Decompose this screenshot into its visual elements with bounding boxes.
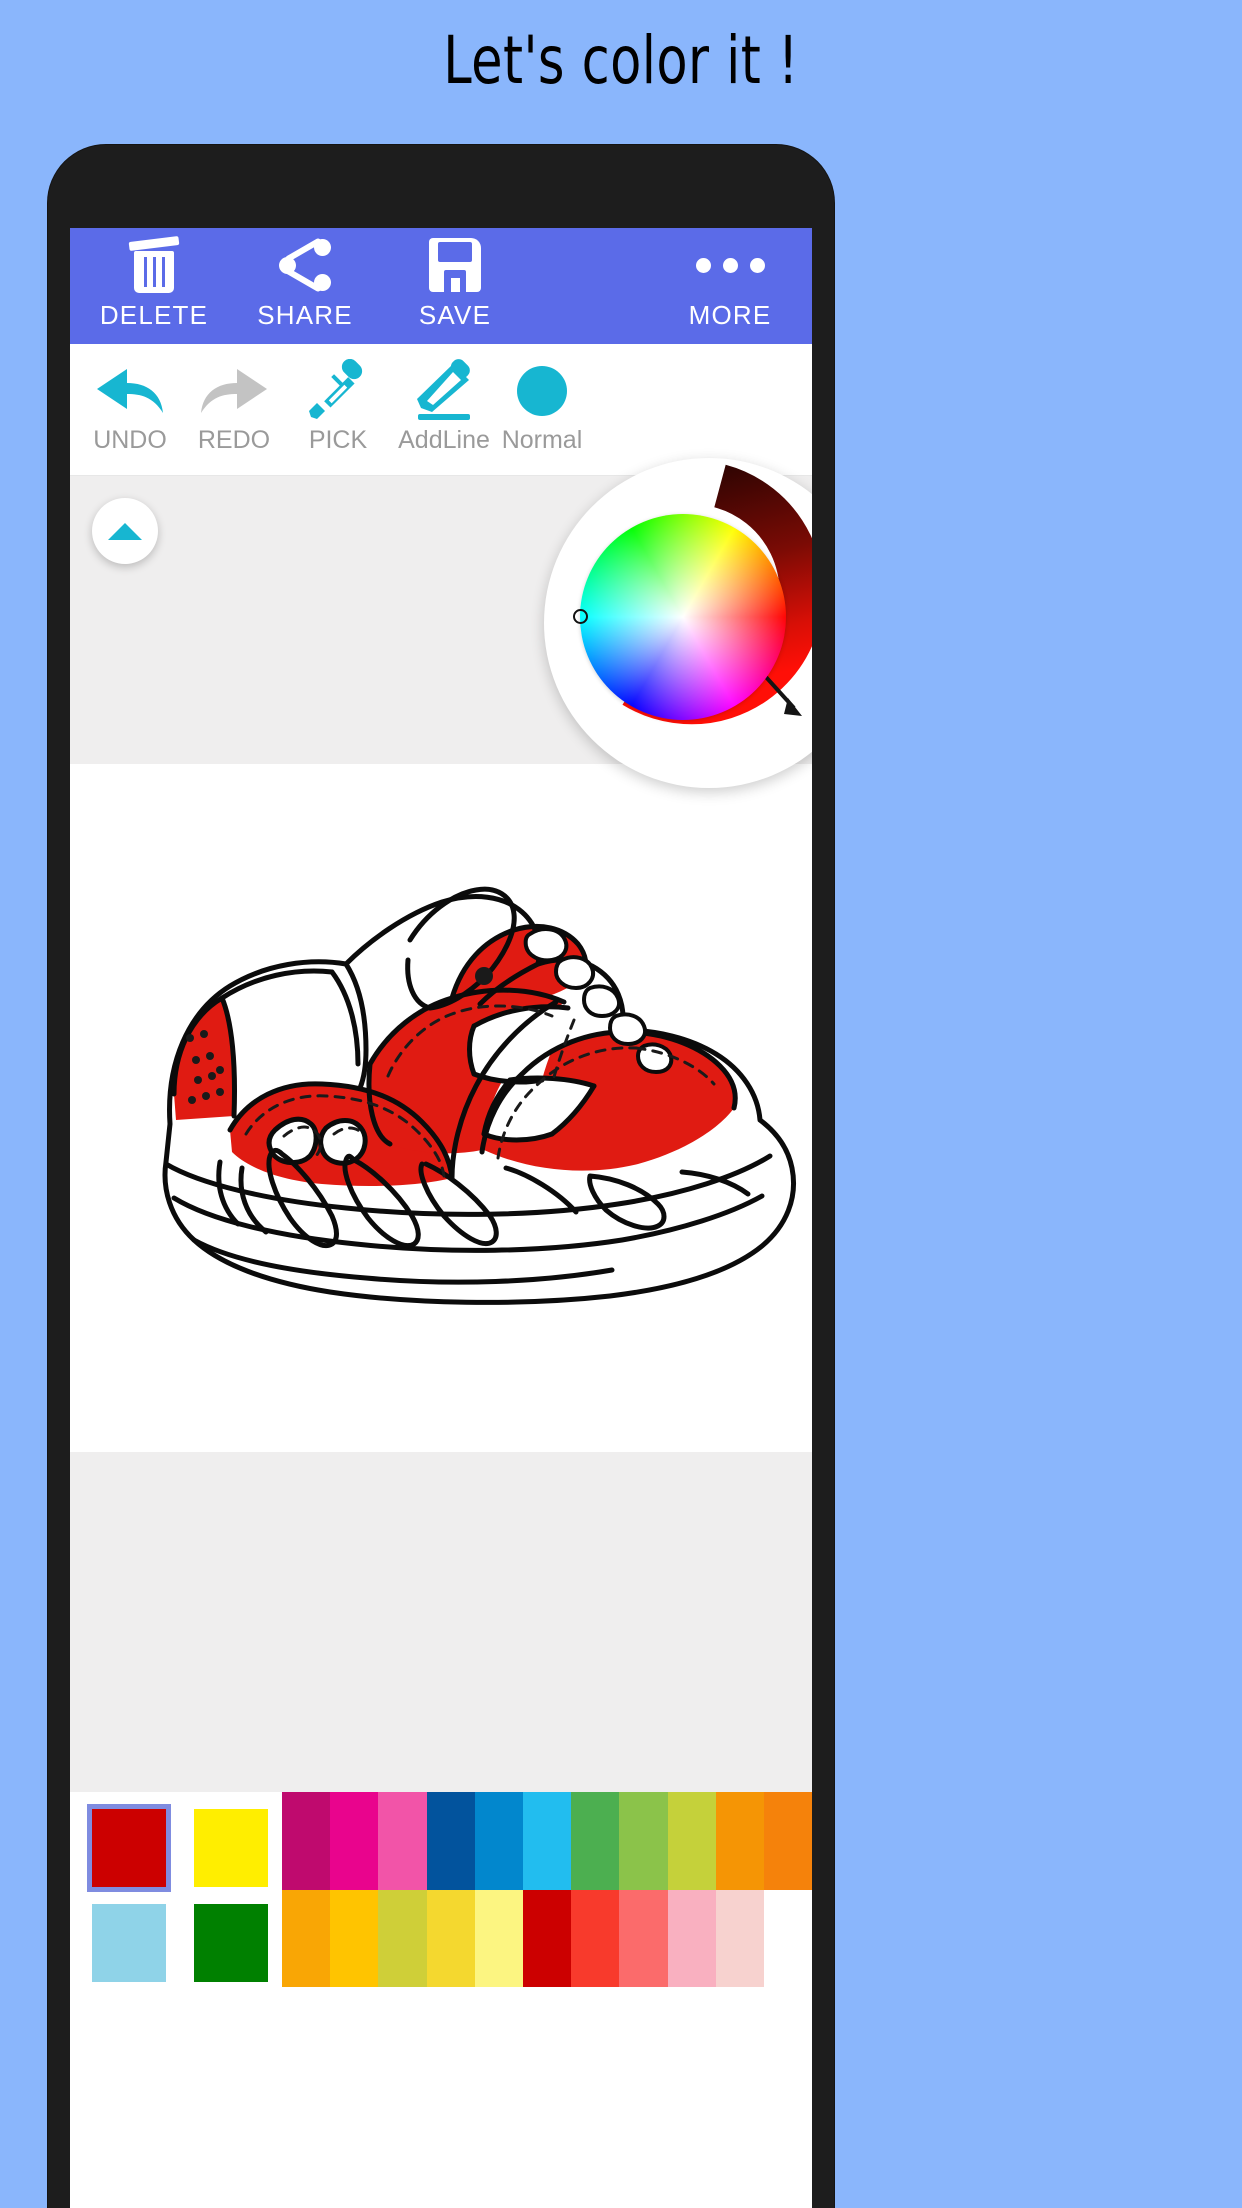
color-swatch[interactable]: [426, 1889, 475, 1987]
recent-color-cell: [180, 1800, 282, 1895]
color-grid: [282, 1792, 812, 1987]
hue-selector-handle[interactable]: [573, 609, 588, 624]
recent-color-swatch[interactable]: [194, 1808, 268, 1887]
recent-color-swatch[interactable]: [92, 1903, 166, 1982]
brush-blob-icon: [517, 354, 567, 428]
chevron-up-icon: [108, 522, 142, 540]
color-swatch[interactable]: [330, 1889, 379, 1987]
color-swatch[interactable]: [571, 1792, 620, 1890]
more-button[interactable]: MORE: [670, 234, 790, 331]
recent-color-cell: [180, 1895, 282, 1990]
color-grid-row: [282, 1792, 812, 1890]
action-bar: DELETE SHARE SAVE MORE: [70, 228, 812, 344]
redo-button[interactable]: REDO: [180, 354, 288, 455]
color-swatch[interactable]: [667, 1889, 716, 1987]
overflow-dots-icon: [695, 234, 765, 296]
recent-color-swatch-selected[interactable]: [87, 1803, 171, 1892]
save-button-label: SAVE: [418, 300, 492, 330]
undo-arrow-icon: [93, 354, 167, 428]
redo-button-label: REDO: [197, 426, 271, 454]
page-title: Let's color it !: [443, 22, 799, 99]
color-swatch[interactable]: [522, 1889, 572, 1987]
color-swatch[interactable]: [378, 1889, 427, 1987]
collapse-toolbar-button[interactable]: [92, 498, 158, 564]
hue-saturation-wheel[interactable]: [580, 514, 786, 720]
color-swatch[interactable]: [619, 1889, 668, 1987]
color-swatch[interactable]: [522, 1792, 572, 1890]
undo-button[interactable]: UNDO: [76, 354, 184, 455]
phone-frame: DELETE SHARE SAVE MORE UNDO REDO PICK Ad…: [48, 145, 834, 2208]
color-swatch[interactable]: [282, 1792, 331, 1890]
recent-color-cell: [78, 1800, 180, 1895]
color-palette: [70, 1792, 812, 1987]
color-swatch[interactable]: [763, 1889, 812, 1987]
color-swatch[interactable]: [330, 1792, 379, 1890]
color-swatch[interactable]: [571, 1889, 620, 1987]
color-wheel-clip: [544, 458, 812, 788]
color-swatch[interactable]: [667, 1792, 716, 1890]
sneaker-line-art[interactable]: [70, 764, 812, 1452]
drawing-paper[interactable]: [70, 764, 812, 1452]
color-wheel-panel[interactable]: [544, 458, 812, 788]
floppy-disk-icon: [429, 234, 481, 296]
delete-button-label: DELETE: [99, 300, 209, 330]
redo-arrow-icon: [197, 354, 271, 428]
recent-colors: [70, 1792, 282, 1987]
more-button-label: MORE: [688, 300, 772, 330]
phone-screen: DELETE SHARE SAVE MORE UNDO REDO PICK Ad…: [70, 228, 812, 2208]
pencil-icon: [412, 354, 476, 428]
pick-button[interactable]: PICK: [284, 354, 392, 455]
color-swatch[interactable]: [715, 1889, 764, 1987]
normal-brush-label: Normal: [501, 426, 583, 454]
color-swatch[interactable]: [715, 1792, 764, 1890]
color-swatch[interactable]: [474, 1889, 523, 1987]
recent-color-swatch[interactable]: [194, 1903, 268, 1982]
trash-icon: [128, 234, 180, 296]
addline-button-label: AddLine: [398, 426, 490, 454]
canvas-area[interactable]: [70, 458, 812, 1792]
eyedropper-icon: [308, 354, 368, 428]
color-swatch[interactable]: [763, 1792, 812, 1890]
color-swatch[interactable]: [474, 1792, 523, 1890]
color-swatch[interactable]: [619, 1792, 668, 1890]
share-icon: [277, 234, 333, 296]
color-grid-row: [282, 1889, 812, 1987]
normal-brush-button[interactable]: Normal: [488, 354, 596, 455]
share-button[interactable]: SHARE: [245, 234, 365, 331]
color-swatch[interactable]: [282, 1889, 331, 1987]
save-button[interactable]: SAVE: [395, 234, 515, 331]
share-button-label: SHARE: [257, 300, 353, 330]
addline-button[interactable]: AddLine: [390, 354, 498, 455]
recent-color-cell: [78, 1895, 180, 1990]
color-swatch[interactable]: [378, 1792, 427, 1890]
tool-bar: UNDO REDO PICK AddLine Normal: [70, 344, 812, 476]
pick-button-label: PICK: [308, 426, 368, 454]
color-swatch[interactable]: [426, 1792, 475, 1890]
undo-button-label: UNDO: [93, 426, 167, 454]
delete-button[interactable]: DELETE: [94, 234, 214, 331]
